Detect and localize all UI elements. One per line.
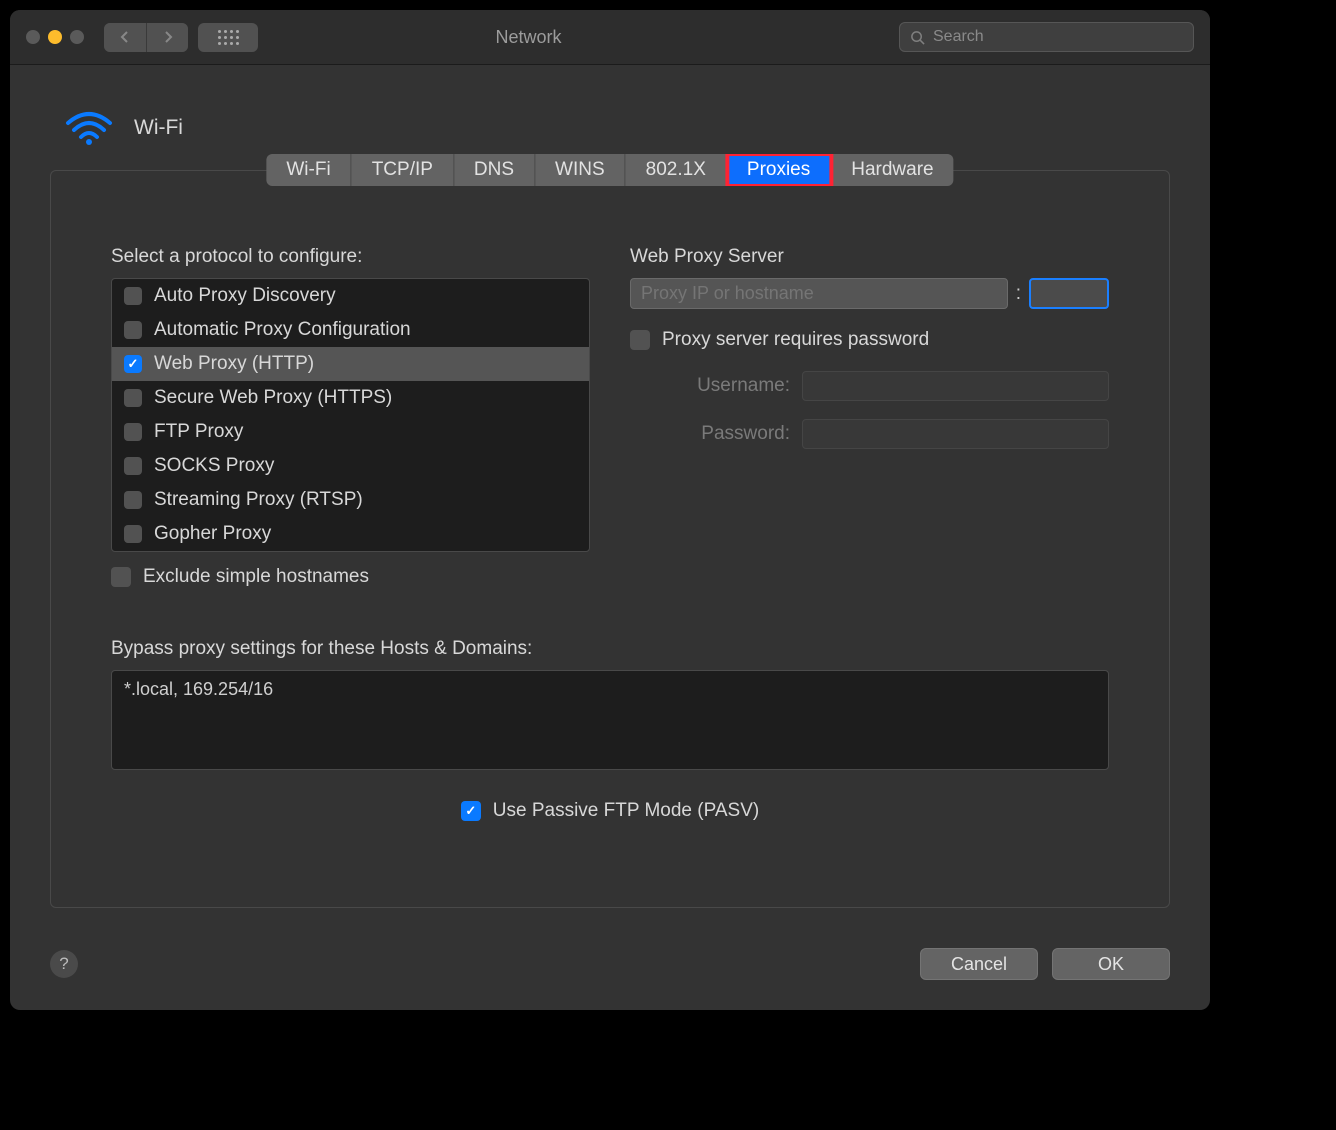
protocol-checkbox[interactable]	[124, 287, 142, 305]
cancel-button[interactable]: Cancel	[920, 948, 1038, 980]
protocol-row[interactable]: Gopher Proxy	[112, 517, 589, 551]
exclude-simple-checkbox[interactable]	[111, 567, 131, 587]
protocol-checkbox[interactable]	[124, 321, 142, 339]
protocol-checkbox[interactable]	[124, 525, 142, 543]
protocol-checkbox[interactable]	[124, 355, 142, 373]
protocol-row[interactable]: Automatic Proxy Configuration	[112, 313, 589, 347]
protocol-row[interactable]: FTP Proxy	[112, 415, 589, 449]
protocol-checkbox[interactable]	[124, 491, 142, 509]
maximize-window-button[interactable]	[70, 30, 84, 44]
protocol-label: Secure Web Proxy (HTTPS)	[154, 387, 392, 409]
help-button[interactable]: ?	[50, 950, 78, 978]
protocol-label: SOCKS Proxy	[154, 455, 274, 477]
password-label: Password:	[680, 423, 790, 445]
interface-label: Wi-Fi	[134, 116, 183, 140]
bypass-textarea[interactable]: *.local, 169.254/16	[111, 670, 1109, 770]
username-input[interactable]	[802, 371, 1109, 401]
search-field[interactable]: Search	[899, 22, 1194, 52]
protocol-row[interactable]: Streaming Proxy (RTSP)	[112, 483, 589, 517]
ok-button[interactable]: OK	[1052, 948, 1170, 980]
passive-ftp-label: Use Passive FTP Mode (PASV)	[493, 800, 759, 822]
back-button[interactable]	[104, 23, 146, 52]
protocol-checkbox[interactable]	[124, 423, 142, 441]
search-placeholder: Search	[933, 28, 984, 46]
requires-password-checkbox[interactable]	[630, 330, 650, 350]
requires-password-label: Proxy server requires password	[662, 329, 929, 351]
minimize-window-button[interactable]	[48, 30, 62, 44]
forward-button[interactable]	[146, 23, 188, 52]
titlebar: Network Search	[10, 10, 1210, 65]
tab-802-1x[interactable]: 802.1X	[626, 154, 727, 186]
tab-dns[interactable]: DNS	[454, 154, 535, 186]
search-icon	[910, 30, 925, 45]
protocol-label: Automatic Proxy Configuration	[154, 319, 411, 341]
username-label: Username:	[680, 375, 790, 397]
protocol-label: Gopher Proxy	[154, 523, 271, 545]
tab-proxies[interactable]: Proxies	[727, 154, 831, 186]
protocol-label: Streaming Proxy (RTSP)	[154, 489, 363, 511]
protocol-row[interactable]: Secure Web Proxy (HTTPS)	[112, 381, 589, 415]
exclude-simple-label: Exclude simple hostnames	[143, 566, 369, 588]
proxy-host-input[interactable]	[630, 278, 1008, 309]
proxy-port-input[interactable]	[1029, 278, 1109, 309]
proxy-server-heading: Web Proxy Server	[630, 246, 1109, 268]
tab-bar: Wi-FiTCP/IPDNSWINS802.1XProxiesHardware	[266, 154, 953, 186]
protocols-heading: Select a protocol to configure:	[111, 246, 590, 268]
close-window-button[interactable]	[26, 30, 40, 44]
protocol-label: FTP Proxy	[154, 421, 243, 443]
protocol-row[interactable]: SOCKS Proxy	[112, 449, 589, 483]
protocol-checkbox[interactable]	[124, 457, 142, 475]
passive-ftp-checkbox[interactable]	[461, 801, 481, 821]
protocol-checkbox[interactable]	[124, 389, 142, 407]
bypass-heading: Bypass proxy settings for these Hosts & …	[111, 638, 1109, 660]
tab-wins[interactable]: WINS	[535, 154, 626, 186]
window-title: Network	[258, 27, 899, 48]
protocol-row[interactable]: Auto Proxy Discovery	[112, 279, 589, 313]
colon-separator: :	[1016, 283, 1021, 305]
wifi-icon	[64, 105, 114, 150]
tab-tcp-ip[interactable]: TCP/IP	[352, 154, 454, 186]
tab-wi-fi[interactable]: Wi-Fi	[266, 154, 351, 186]
protocol-row[interactable]: Web Proxy (HTTP)	[112, 347, 589, 381]
tab-hardware[interactable]: Hardware	[831, 154, 953, 186]
password-input[interactable]	[802, 419, 1109, 449]
show-all-button[interactable]	[198, 23, 258, 52]
protocol-list: Auto Proxy Discovery Automatic Proxy Conf…	[111, 278, 590, 552]
protocol-label: Auto Proxy Discovery	[154, 285, 336, 307]
protocol-label: Web Proxy (HTTP)	[154, 353, 314, 375]
